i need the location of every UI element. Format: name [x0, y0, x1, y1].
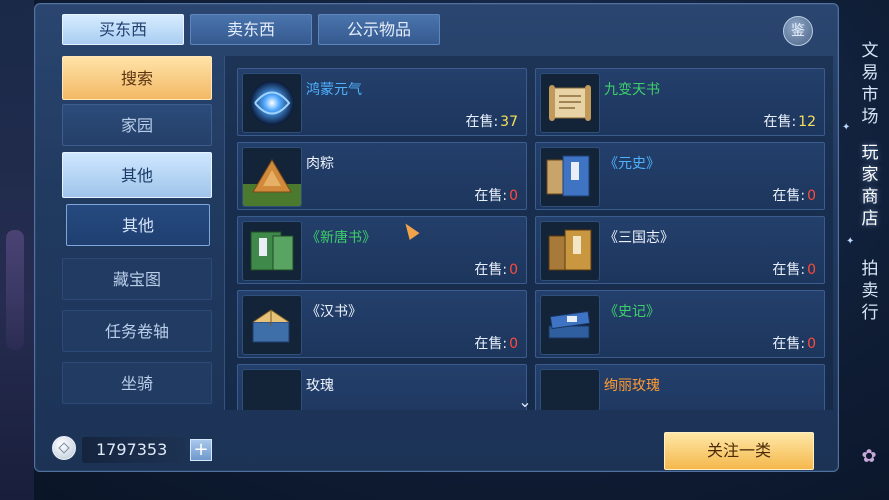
nav-label: 文易市场 — [861, 41, 879, 127]
item-name: 玫瑰 — [306, 378, 334, 394]
list-item[interactable]: 《元史》 在售: 0 — [535, 142, 825, 210]
vortex-icon — [242, 73, 302, 133]
sale-count: 0 — [807, 188, 816, 204]
blue-books-icon — [540, 147, 600, 207]
menu-item-other[interactable]: 其他 — [62, 152, 212, 198]
list-item[interactable]: 《史记》 在售: 0 — [535, 290, 825, 358]
top-strip-text — [600, 0, 845, 10]
list-item[interactable]: 鸿蒙元气 在售: 37 — [237, 68, 527, 136]
brown-books-icon — [540, 221, 600, 281]
follow-category-button[interactable]: 关注一类 — [664, 432, 814, 470]
tab-sell[interactable]: 卖东西 — [190, 14, 312, 45]
sale-count: 0 — [807, 336, 816, 352]
sale-count: 0 — [509, 262, 518, 278]
sparkle-icon: ✦ — [846, 236, 855, 247]
sparkle-icon: ✦ — [842, 122, 851, 133]
currency-amount: 1797353 — [82, 437, 186, 463]
background-decoration — [0, 0, 34, 500]
sale-count: 0 — [509, 336, 518, 352]
item-name: 绚丽玫瑰 — [604, 378, 660, 394]
sale-label: 在售: — [772, 336, 806, 352]
nav-label: 玩家商店 — [861, 143, 879, 229]
item-name: 九变天书 — [604, 82, 660, 98]
menu-subitem-other[interactable]: 其他 — [66, 204, 210, 246]
item-list[interactable]: 鸿蒙元气 在售: 37 九变天书 在售: 12 肉粽 在售: 0 《元史》 在售… — [224, 56, 833, 410]
item-sale: 在售: 0 — [772, 333, 816, 353]
item-sale: 在售: 0 — [772, 259, 816, 279]
item-name: 《汉书》 — [306, 304, 362, 320]
list-item[interactable]: 《新唐书》 在售: 0 — [237, 216, 527, 284]
list-item[interactable]: 玫瑰 — [237, 364, 527, 410]
sale-label: 在售: — [474, 188, 508, 204]
stacked-books-icon — [540, 295, 600, 355]
item-sale: 在售: 0 — [772, 185, 816, 205]
item-sale: 在售: 0 — [474, 185, 518, 205]
sale-count: 0 — [509, 188, 518, 204]
item-sale: 在售: 0 — [474, 333, 518, 353]
nav-auction-house[interactable]: 拍卖行 — [856, 258, 884, 324]
item-name: 《三国志》 — [604, 230, 674, 246]
rice-dumpling-icon — [242, 147, 302, 207]
sale-label: 在售: — [772, 262, 806, 278]
item-name: 《史记》 — [604, 304, 660, 320]
rose-icon — [540, 369, 600, 410]
list-item[interactable]: 绚丽玫瑰 — [535, 364, 825, 410]
list-item[interactable]: 《汉书》 在售: 0 — [237, 290, 527, 358]
list-item[interactable]: 九变天书 在售: 12 — [535, 68, 825, 136]
list-item[interactable]: 《三国志》 在售: 0 — [535, 216, 825, 284]
coin-icon — [52, 436, 76, 460]
sale-label: 在售: — [474, 336, 508, 352]
tab-buy[interactable]: 买东西 — [62, 14, 184, 45]
sale-label: 在售: — [763, 114, 797, 130]
item-sale: 在售: 37 — [465, 111, 518, 131]
market-tabs: 买东西 卖东西 公示物品 — [62, 14, 440, 45]
sale-label: 在售: — [465, 114, 499, 130]
list-item[interactable]: 肉粽 在售: 0 — [237, 142, 527, 210]
menu-item-home[interactable]: 家园 — [62, 104, 212, 146]
flower-icon[interactable]: ✿ — [858, 446, 880, 468]
chevron-down-icon[interactable]: ⌄ — [515, 394, 535, 410]
appraise-icon[interactable]: 鉴 — [783, 16, 813, 46]
nav-label: 拍卖行 — [861, 259, 879, 323]
nav-player-shop[interactable]: 玩家商店 — [856, 142, 884, 230]
item-sale: 在售: 0 — [474, 259, 518, 279]
item-name: 肉粽 — [306, 156, 334, 172]
green-books-icon — [242, 221, 302, 281]
open-book-icon — [242, 295, 302, 355]
item-name: 《新唐书》 — [306, 230, 376, 246]
sale-count: 12 — [798, 114, 816, 130]
item-name: 鸿蒙元气 — [306, 82, 362, 98]
nav-trade-market[interactable]: 文易市场 — [856, 40, 884, 128]
rose-icon — [242, 369, 302, 410]
item-sale: 在售: 12 — [763, 111, 816, 131]
sale-label: 在售: — [772, 188, 806, 204]
sale-label: 在售: — [474, 262, 508, 278]
item-name: 《元史》 — [604, 156, 660, 172]
menu-item-mount[interactable]: 坐骑 — [62, 362, 212, 404]
category-menu: 搜索 家园 其他 其他 藏宝图 任务卷轴 坐骑 — [60, 56, 216, 410]
menu-item-quest-scroll[interactable]: 任务卷轴 — [62, 310, 212, 352]
sale-count: 37 — [500, 114, 518, 130]
scroll-icon — [540, 73, 600, 133]
sale-count: 0 — [807, 262, 816, 278]
menu-item-treasure-map[interactable]: 藏宝图 — [62, 258, 212, 300]
menu-search-button[interactable]: 搜索 — [62, 56, 212, 100]
add-currency-button[interactable]: + — [190, 439, 212, 461]
tab-public-items[interactable]: 公示物品 — [318, 14, 440, 45]
